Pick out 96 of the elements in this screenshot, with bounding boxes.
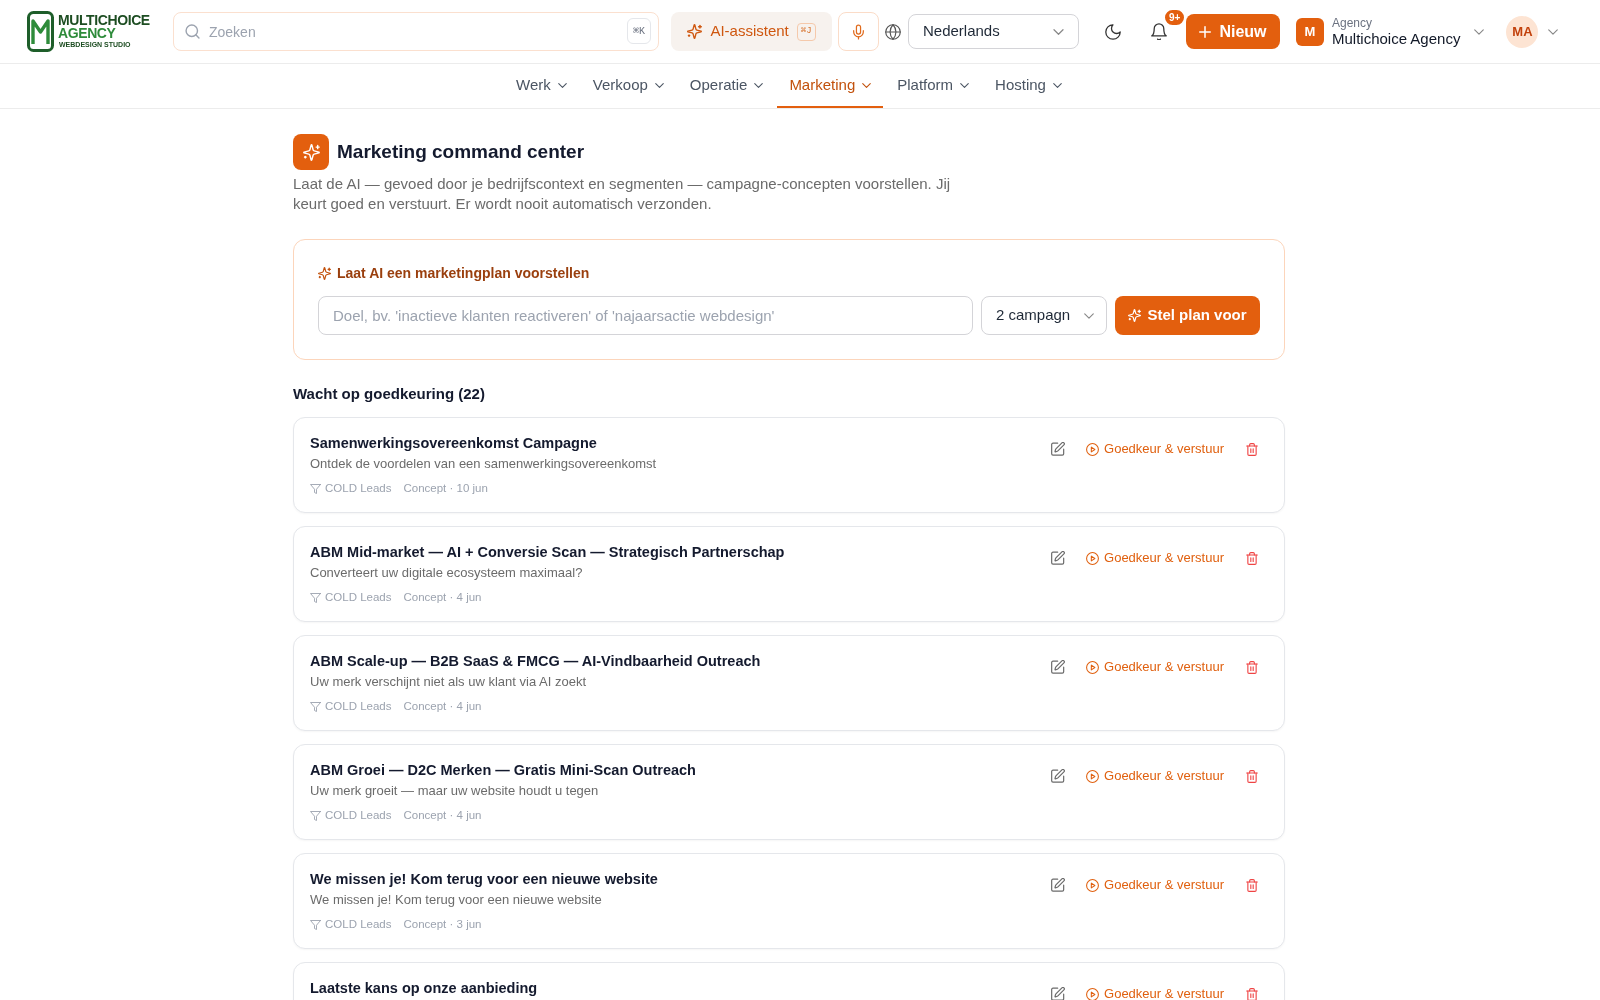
edit-icon bbox=[1051, 987, 1066, 1000]
moon-icon bbox=[1105, 23, 1121, 40]
approve-send-button[interactable]: Goedkeur & verstuur bbox=[1078, 980, 1232, 1000]
trash-icon bbox=[1246, 769, 1258, 783]
approve-send-button[interactable]: Goedkeur & verstuur bbox=[1078, 544, 1232, 572]
play-icon bbox=[1086, 878, 1100, 892]
sparkles-icon bbox=[293, 134, 329, 170]
approve-send-button[interactable]: Goedkeur & verstuur bbox=[1078, 653, 1232, 681]
campaign-title: Samenwerkingsovereenkomst Campagne bbox=[310, 434, 598, 453]
chevron-down-icon bbox=[654, 82, 664, 88]
edit-icon bbox=[1051, 878, 1066, 892]
campaign-subtitle: Ontdek de voordelen van een samenwerkingsovereenkomst bbox=[310, 455, 658, 473]
microphone-icon bbox=[853, 23, 864, 40]
new-button[interactable]: Nieuw bbox=[1186, 14, 1280, 49]
approve-send-button[interactable]: Goedkeur & verstuur bbox=[1078, 435, 1232, 463]
chevron-down-icon bbox=[1053, 28, 1064, 35]
campaign-count-select[interactable]: 2 campagn bbox=[981, 296, 1107, 335]
trash-icon bbox=[1246, 551, 1258, 565]
segment-label: COLD Leads bbox=[325, 590, 392, 606]
campaign-subtitle: Uw merk verschijnt niet als uw klant via AI zoekt bbox=[310, 673, 587, 691]
section-heading: Wacht op goedkeuring (22) bbox=[293, 384, 486, 404]
segment-label: COLD Leads bbox=[325, 481, 392, 497]
shortcut-key: ⌘J bbox=[796, 22, 816, 41]
logo-mark bbox=[27, 11, 54, 52]
edit-icon bbox=[1051, 551, 1066, 565]
campaign-title: ABM Groei — D2C Merken — Gratis Mini-Scan Outreach bbox=[310, 761, 697, 780]
microphone-button[interactable] bbox=[838, 12, 879, 51]
nav-tab[interactable]: Hosting bbox=[983, 64, 1074, 108]
campaign-title: We missen je! Kom terug voor een nieuwe website bbox=[310, 870, 659, 889]
sparkles-icon bbox=[687, 24, 703, 39]
campaign-title: ABM Scale-up — B2B SaaS & FMCG — AI-Vindbaarheid Outreach bbox=[310, 652, 762, 671]
edit-icon bbox=[1051, 660, 1066, 674]
campaign-meta: Concept · 4 jun bbox=[403, 808, 482, 824]
logo-text: AGENCY bbox=[58, 27, 117, 40]
user-avatar[interactable]: MA bbox=[1506, 15, 1539, 48]
campaign-meta: Concept · 10 jun bbox=[403, 481, 488, 497]
segment-label: COLD Leads bbox=[325, 699, 392, 715]
workspace-type-label: Agency bbox=[1332, 15, 1374, 30]
approve-send-button[interactable]: Goedkeur & verstuur bbox=[1078, 762, 1232, 790]
suggest-plan-button[interactable]: Stel plan voor bbox=[1115, 296, 1260, 335]
trash-icon bbox=[1246, 878, 1258, 892]
plan-heading: Laat AI een marketingplan voorstellen bbox=[337, 263, 590, 283]
language-select[interactable]: Nederlands bbox=[908, 14, 1079, 49]
play-icon bbox=[1086, 551, 1100, 565]
page-description: Laat de AI — gevoed door je bedrijfscontext en segmenten — campagne-concepten voorstellen. Jij keurt goed en verstuurt. Er wordt nooit automatisch verzonden. bbox=[293, 174, 952, 214]
notification-badge: 9+ bbox=[1163, 7, 1187, 27]
edit-icon bbox=[1051, 442, 1066, 456]
globe-icon bbox=[885, 23, 901, 40]
nav-tab[interactable]: Marketing bbox=[777, 64, 884, 108]
segment-label: COLD Leads bbox=[325, 808, 392, 824]
chevron-down-icon[interactable] bbox=[1548, 28, 1559, 35]
page-title: Marketing command center bbox=[337, 139, 585, 164]
trash-icon bbox=[1246, 987, 1258, 1000]
ai-assistant-button[interactable]: AI-assistent ⌘J bbox=[671, 12, 832, 51]
plus-icon bbox=[1199, 25, 1212, 38]
approve-send-button[interactable]: Goedkeur & verstuur bbox=[1078, 871, 1232, 899]
campaign-subtitle: Converteert uw digitale ecosysteem maximaal? bbox=[310, 564, 584, 582]
search-icon bbox=[185, 24, 200, 39]
sparkles-icon bbox=[318, 266, 331, 280]
logo-text: MULTICHOICE bbox=[58, 14, 150, 27]
bell-icon bbox=[1151, 23, 1167, 40]
campaign-title: Laatste kans op onze aanbieding bbox=[310, 979, 539, 998]
filter-icon bbox=[310, 484, 321, 494]
campaign-meta: Concept · 3 jun bbox=[403, 917, 482, 933]
nav-tab[interactable]: Werk bbox=[504, 64, 579, 108]
sparkles-icon bbox=[1128, 309, 1142, 322]
chevron-down-icon bbox=[1052, 82, 1062, 88]
nav-tab[interactable]: Platform bbox=[885, 64, 982, 108]
filter-icon bbox=[310, 920, 321, 930]
segment-label: COLD Leads bbox=[325, 917, 392, 933]
nav-tab[interactable]: Verkoop bbox=[580, 64, 676, 108]
campaign-meta: Concept · 4 jun bbox=[403, 699, 482, 715]
campaign-meta: Concept · 4 jun bbox=[403, 590, 482, 606]
filter-icon bbox=[310, 811, 321, 821]
trash-icon bbox=[1246, 660, 1258, 674]
play-icon bbox=[1086, 769, 1100, 783]
chevron-down-icon bbox=[557, 82, 567, 88]
chevron-down-icon bbox=[862, 82, 872, 88]
campaign-title: ABM Mid-market — AI + Conversie Scan — Strategisch Partnerschap bbox=[310, 543, 786, 562]
chevron-down-icon bbox=[754, 82, 764, 88]
workspace-name[interactable]: Multichoice Agency bbox=[1332, 29, 1461, 48]
filter-icon bbox=[310, 593, 321, 603]
goal-field[interactable]: Doel, bv. 'inactieve klanten reactiveren' of 'najaarsactie webdesign' bbox=[318, 296, 973, 335]
trash-icon bbox=[1246, 442, 1258, 456]
play-icon bbox=[1086, 660, 1100, 674]
chevron-down-icon[interactable] bbox=[1474, 28, 1485, 35]
filter-icon bbox=[310, 702, 321, 712]
campaign-subtitle: Uw merk groeit — maar uw website houdt u tegen bbox=[310, 782, 600, 800]
chevron-down-icon bbox=[960, 82, 970, 88]
chevron-down-icon bbox=[1084, 312, 1094, 319]
play-icon bbox=[1086, 987, 1100, 1000]
workspace-initial[interactable]: M bbox=[1296, 17, 1324, 46]
edit-icon bbox=[1051, 769, 1066, 783]
play-icon bbox=[1086, 442, 1100, 456]
campaign-subtitle: We missen je! Kom terug voor een nieuwe website bbox=[310, 891, 603, 909]
nav-tab[interactable]: Operatie bbox=[677, 64, 776, 108]
